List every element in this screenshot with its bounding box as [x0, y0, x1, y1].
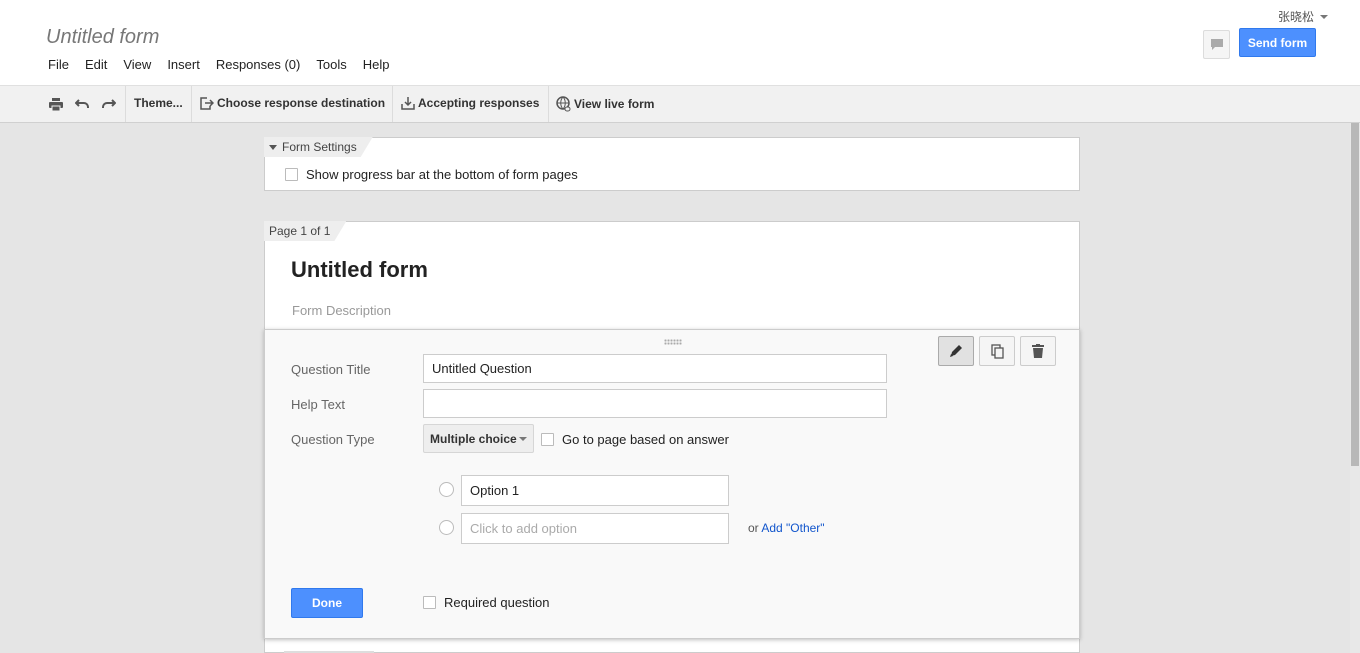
document-title[interactable]: Untitled form	[46, 26, 159, 49]
vertical-scrollbar[interactable]	[1350, 123, 1360, 653]
question-editor: Question Title Untitled Question Help Te…	[264, 329, 1080, 639]
toolbar-divider	[191, 86, 192, 122]
response-destination-button[interactable]: Choose response destination	[200, 96, 385, 110]
view-live-form-label: View live form	[574, 97, 655, 111]
theme-button[interactable]: Theme...	[134, 96, 183, 110]
form-settings-toggle[interactable]: Form Settings	[264, 137, 373, 157]
menu-responses[interactable]: Responses (0)	[216, 57, 301, 72]
question-type-label: Question Type	[291, 432, 375, 447]
comments-button[interactable]	[1203, 30, 1230, 59]
duplicate-question-button[interactable]	[979, 336, 1015, 366]
option-input[interactable]: Option 1	[461, 475, 729, 506]
form-title[interactable]: Untitled form	[291, 257, 428, 283]
print-icon[interactable]	[47, 95, 65, 113]
download-tray-icon	[401, 96, 415, 110]
add-other-option: or Add "Other"	[748, 521, 825, 535]
add-option-input[interactable]: Click to add option	[461, 513, 729, 544]
edit-question-button[interactable]	[938, 336, 974, 366]
help-text-label: Help Text	[291, 397, 345, 412]
go-to-page-checkbox[interactable]	[541, 433, 554, 446]
question-title-input[interactable]: Untitled Question	[423, 354, 887, 383]
question-title-label: Question Title	[291, 362, 371, 377]
question-type-value: Multiple choice	[430, 431, 517, 446]
response-destination-label: Choose response destination	[217, 96, 386, 110]
app-header: Untitled form File Edit View Insert Resp…	[0, 0, 1360, 86]
comment-icon	[1210, 39, 1223, 50]
redo-icon[interactable]	[99, 95, 117, 113]
toolbar-divider	[125, 86, 126, 122]
accepting-responses-button[interactable]: Accepting responses	[401, 96, 539, 110]
go-to-page-label: Go to page based on answer	[562, 432, 729, 447]
send-form-button[interactable]: Send form	[1239, 28, 1316, 57]
menu-bar: File Edit View Insert Responses (0) Tool…	[48, 57, 405, 72]
scrollbar-thumb[interactable]	[1351, 123, 1359, 466]
or-label: or	[748, 521, 762, 535]
accepting-responses-label: Accepting responses	[418, 96, 540, 110]
drag-handle-icon[interactable]	[664, 339, 682, 345]
page-indicator: Page 1 of 1	[264, 221, 346, 241]
trash-icon	[1032, 344, 1044, 358]
chevron-down-icon	[1320, 14, 1328, 19]
form-settings-label: Form Settings	[282, 140, 357, 154]
menu-edit[interactable]: Edit	[85, 57, 107, 72]
go-to-page-option: Go to page based on answer	[541, 432, 729, 447]
progress-bar-checkbox[interactable]	[285, 168, 298, 181]
menu-insert[interactable]: Insert	[167, 57, 200, 72]
form-description-field[interactable]: Form Description	[292, 303, 391, 318]
menu-tools[interactable]: Tools	[316, 57, 346, 72]
duplicate-icon	[990, 343, 1004, 359]
required-question-option: Required question	[423, 595, 550, 610]
view-live-form-button[interactable]: View live form	[556, 96, 654, 112]
toolbar-divider	[548, 86, 549, 122]
delete-question-button[interactable]	[1020, 336, 1056, 366]
required-question-checkbox[interactable]	[423, 596, 436, 609]
menu-file[interactable]: File	[48, 57, 69, 72]
toolbar: Theme... Choose response destination Acc…	[0, 86, 1360, 123]
toolbar-divider	[392, 86, 393, 122]
question-type-select[interactable]: Multiple choice	[423, 424, 534, 453]
help-text-input[interactable]	[423, 389, 887, 418]
progress-bar-label: Show progress bar at the bottom of form …	[306, 167, 578, 182]
user-name: 张晓松	[1277, 10, 1314, 24]
undo-icon[interactable]	[73, 95, 91, 113]
pencil-icon	[950, 345, 962, 357]
option-radio	[439, 482, 454, 497]
account-menu[interactable]: 张晓松	[1278, 8, 1328, 25]
required-question-label: Required question	[444, 595, 550, 610]
collapse-triangle-icon	[269, 145, 277, 150]
progress-bar-option: Show progress bar at the bottom of form …	[285, 167, 578, 182]
form-settings-panel: Form Settings Show progress bar at the b…	[264, 137, 1080, 191]
add-other-link[interactable]: Add "Other"	[761, 521, 824, 535]
menu-help[interactable]: Help	[363, 57, 390, 72]
menu-view[interactable]: View	[123, 57, 151, 72]
globe-link-icon	[556, 96, 571, 112]
chevron-down-icon	[519, 436, 527, 441]
option-radio	[439, 520, 454, 535]
done-button[interactable]: Done	[291, 588, 363, 618]
export-icon	[200, 96, 214, 110]
